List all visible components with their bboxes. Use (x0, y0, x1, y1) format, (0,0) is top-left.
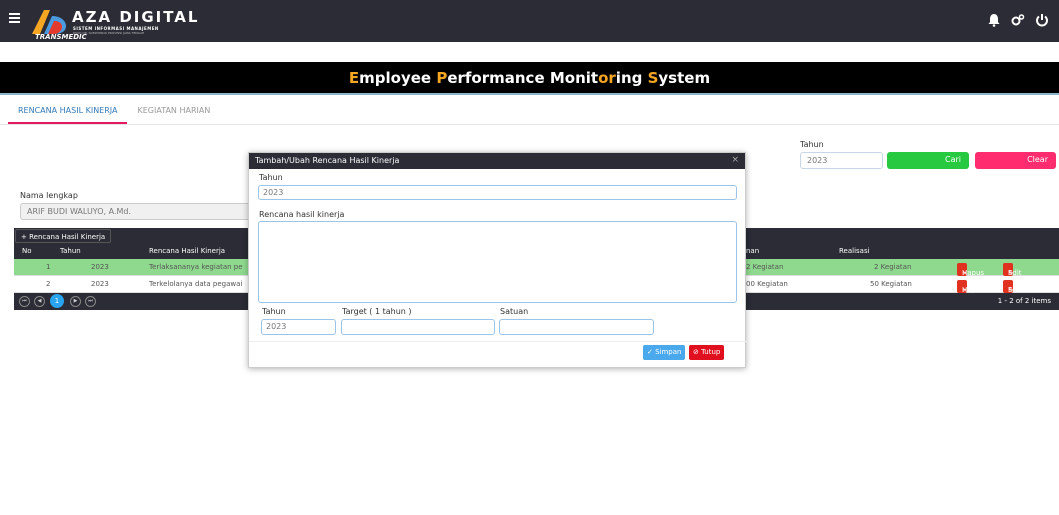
aza-logo-icon (32, 10, 66, 34)
cell-target: 00 Kegiatan (746, 280, 788, 288)
brand-title: AZA DIGITAL (72, 8, 200, 26)
header-target[interactable]: nan (746, 247, 759, 255)
page-button-current[interactable]: 1 (50, 294, 64, 308)
ban-icon: ⊘ (693, 348, 702, 356)
cell-realisasi: 50 Kegiatan (870, 280, 912, 288)
header-tahun[interactable]: Tahun (60, 247, 81, 255)
title-part: E (348, 69, 360, 87)
modal-tahun-input[interactable]: 2023 (258, 185, 737, 200)
filter-tahun-label: Tahun (800, 140, 824, 149)
rencana-textarea[interactable] (258, 221, 737, 303)
title-part: ystem (658, 69, 711, 87)
cogs-icon[interactable] (1011, 13, 1025, 27)
title-part: P (436, 69, 448, 87)
filter-tahun-input[interactable]: 2023 (800, 152, 883, 169)
title-part: or (598, 69, 616, 87)
cari-button[interactable]: Cari (887, 152, 969, 169)
simpan-button[interactable]: ✓ Simpan (643, 345, 686, 360)
tab-kegiatan-harian[interactable]: KEGIATAN HARIAN (127, 100, 220, 124)
nama-lengkap-input: ARIF BUDI WALUYO, A.Md. (20, 203, 252, 220)
tab-divider (0, 124, 1059, 125)
modal-header: Tambah/Ubah Rencana Hasil Kinerja × (249, 153, 745, 169)
rencana-modal: Tambah/Ubah Rencana Hasil Kinerja × Tahu… (248, 152, 747, 368)
modal-tahun-label: Tahun (259, 173, 283, 182)
tab-strip: RENCANA HASIL KINERJA KEGIATAN HARIAN (8, 100, 220, 124)
tutup-button[interactable]: ⊘ Tutup (689, 345, 725, 360)
title-part: erformance (447, 69, 550, 87)
edit-button[interactable]: ✎ Edit (1003, 263, 1022, 277)
cell-rencana: Terlaksananya kegiatan pe (149, 263, 243, 271)
cell-tahun: 2023 (91, 263, 109, 271)
modal-title: Tambah/Ubah Rencana Hasil Kinerja (255, 156, 400, 165)
pager-info: 1 - 2 of 2 items (997, 297, 1051, 305)
hapus-button[interactable]: × Hapus (957, 263, 984, 277)
cell-no: 1 (46, 263, 51, 271)
power-icon[interactable] (1035, 13, 1049, 27)
modal-tahun2-label: Tahun (262, 307, 286, 316)
next-page-icon[interactable]: ▶ (70, 296, 81, 307)
modal-tahun2-input[interactable]: 2023 (261, 319, 336, 335)
check-icon: ✓ (647, 348, 656, 356)
first-page-icon[interactable]: ⏮ (19, 296, 30, 307)
header-realisasi[interactable]: Realisasi (839, 247, 870, 255)
target-label: Target ( 1 tahun ) (342, 307, 412, 316)
simpan-label: Simpan (655, 348, 682, 356)
cell-target: 2 Kegiatan (746, 263, 784, 271)
page-title: Employee Performance Monitoring System (0, 62, 1059, 95)
tab-rencana-hasil-kinerja[interactable]: RENCANA HASIL KINERJA (8, 100, 128, 124)
hapus-button[interactable]: × Hapus (957, 280, 984, 294)
bell-icon[interactable] (987, 13, 1001, 27)
title-part: S (647, 69, 659, 87)
cell-realisasi: 2 Kegiatan (874, 263, 912, 271)
last-page-icon[interactable]: ⏭ (85, 296, 96, 307)
nama-lengkap-label: Nama lengkap (20, 191, 78, 200)
cell-no: 2 (46, 280, 51, 288)
plus-icon: + (21, 233, 30, 241)
title-part: mployee (359, 69, 437, 87)
header-rencana[interactable]: Rencana Hasil Kinerja (149, 247, 225, 255)
modal-divider (249, 341, 747, 342)
target-input[interactable] (341, 319, 495, 335)
brand-under: TRANSMEDIC (35, 33, 87, 41)
title-part: ing (615, 69, 648, 87)
top-navbar: AZA DIGITAL SISTEM INFORMASI MANAJEMEN R… (0, 0, 1059, 42)
edit-button[interactable]: ✎ Edit (1003, 280, 1022, 294)
tutup-label: Tutup (701, 348, 721, 356)
rencana-label: Rencana hasil kinerja (259, 210, 345, 219)
cell-tahun: 2023 (91, 280, 109, 288)
title-part: Monit (549, 69, 599, 87)
add-rencana-label: Rencana Hasil Kinerja (29, 233, 106, 241)
clear-button[interactable]: Clear (975, 152, 1056, 169)
add-rencana-button[interactable]: + Rencana Hasil Kinerja (15, 229, 112, 243)
cell-rencana: Terkelolanya data pegawai (149, 280, 243, 288)
prev-page-icon[interactable]: ◀ (34, 296, 45, 307)
modal-close-icon[interactable]: × (731, 155, 739, 165)
hamburger-menu-icon[interactable] (9, 13, 20, 24)
satuan-input[interactable] (499, 319, 654, 335)
header-no[interactable]: No (22, 247, 32, 255)
satuan-label: Satuan (500, 307, 529, 316)
